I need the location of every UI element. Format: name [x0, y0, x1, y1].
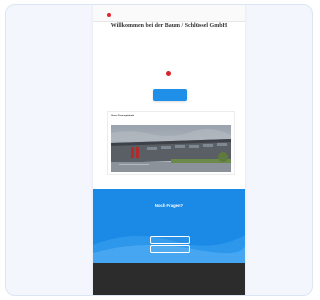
section-title: Noch Fragen? [154, 203, 184, 208]
secondary-contact-button[interactable] [150, 245, 190, 253]
site-footer [93, 263, 245, 295]
contact-section: Noch Fragen? [93, 189, 245, 263]
brand-logo[interactable] [107, 12, 119, 18]
building-photo [111, 125, 231, 172]
page-headline: Willkommen bei der Baum / Schlüssel GmbH [110, 23, 228, 29]
web-page: Willkommen bei der Baum / Schlüssel GmbH… [93, 5, 245, 295]
photo-caption: Unser Firmengebäude [111, 115, 135, 117]
browser-frame: Willkommen bei der Baum / Schlüssel GmbH… [5, 4, 313, 296]
building-photo-card: Unser Firmengebäude [107, 111, 235, 175]
contact-button[interactable] [150, 236, 190, 244]
cta-button[interactable] [153, 89, 187, 101]
signature-block [159, 69, 179, 77]
logo-icon [107, 13, 111, 17]
signature-logo-icon [166, 70, 171, 76]
top-navigation [93, 5, 245, 22]
